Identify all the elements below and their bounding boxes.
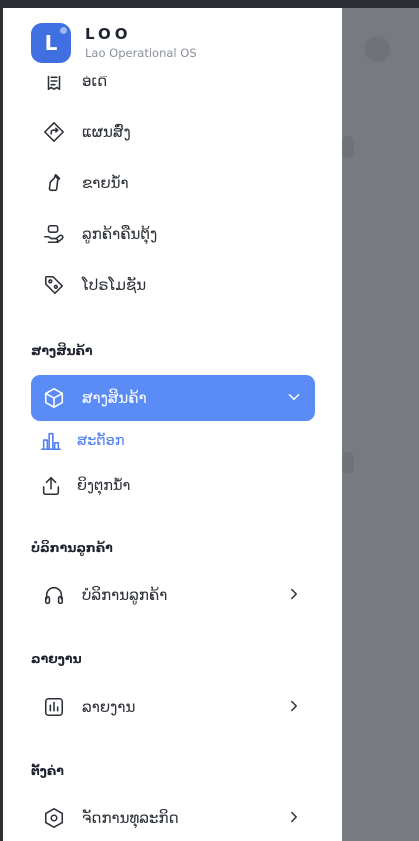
submenu-item-label: ສະຕັອກ: [77, 433, 125, 449]
window-top-bar: [0, 0, 419, 8]
menu-item-manage-business[interactable]: ຈັດການທຸລະກິດ: [31, 795, 315, 841]
menu-item-sell-water[interactable]: ຂາຍນ້ຳ: [31, 160, 315, 206]
chevron-right-icon[interactable]: [285, 697, 303, 715]
logo-letter: L: [44, 31, 58, 55]
brand-subtitle: Lao Operational OS: [85, 46, 197, 60]
ghost-block: [342, 136, 354, 158]
menu-item-label: ໂປຣໂມຊັນ: [82, 276, 147, 294]
hexagon-settings-icon: [41, 805, 67, 831]
bottle-icon: [41, 170, 67, 196]
ghost-block: [342, 452, 354, 474]
menu-item-delivery-plan[interactable]: ແຜນສົ່ງ: [31, 109, 315, 155]
hand-return-icon: [41, 221, 67, 247]
menu-item-customer-service[interactable]: ບໍລິການລູກຄ້າ: [31, 572, 315, 618]
report-chart-icon: [41, 694, 67, 720]
chevron-down-icon[interactable]: [285, 388, 303, 406]
menu-item-reports[interactable]: ລາຍງານ: [31, 684, 315, 730]
navigation-drawer: ອໍເດີ ແຜນສົ່ງ ຂາຍນ້ຳ ລູກຄ້າຄືນຕຸ້ງ ໂປຣໂມ…: [3, 8, 342, 841]
menu-item-label: ລູກຄ້າຄືນຕຸ້ງ: [82, 225, 158, 243]
logo-dot: [60, 27, 67, 34]
tag-icon: [41, 272, 67, 298]
menu-item-customer-return[interactable]: ລູກຄ້າຄືນຕຸ້ງ: [31, 211, 315, 257]
cube-icon: [41, 385, 67, 411]
menu-item-label: ລາຍງານ: [82, 698, 136, 716]
menu-item-label: ຈັດການທຸລະກິດ: [82, 809, 179, 827]
upload-icon: [39, 474, 63, 498]
menu-item-label: ແຜນສົ່ງ: [82, 123, 131, 141]
menu-item-label: ສາງສິນຄ້າ: [82, 389, 147, 407]
backdrop-overlay[interactable]: [342, 8, 419, 841]
app-logo: L: [31, 23, 71, 63]
submenu-item-label: ຍິງຕຸກນ້ຳ: [77, 478, 131, 494]
ghost-avatar: [364, 36, 390, 62]
brand-title: LOO: [85, 25, 132, 43]
bar-chart-icon: [39, 429, 63, 453]
menu-group-warehouse[interactable]: ສາງສິນຄ້າ: [31, 375, 315, 421]
chevron-right-icon[interactable]: [285, 585, 303, 603]
menu-item-label: ຂາຍນ້ຳ: [82, 174, 129, 192]
submenu-item-stock[interactable]: ສະຕັອກ: [39, 421, 125, 461]
section-title-products: ສາງສິນຄ້າ: [31, 343, 93, 358]
menu-item-promotion[interactable]: ໂປຣໂມຊັນ: [31, 262, 315, 308]
headset-icon: [41, 582, 67, 608]
menu-item-label: ບໍລິການລູກຄ້າ: [82, 586, 168, 604]
chevron-right-icon[interactable]: [285, 808, 303, 826]
route-icon: [41, 119, 67, 145]
brand-header: L LOO Lao Operational OS: [11, 8, 331, 76]
section-title-customer-service: ບໍລິການລູກຄ້າ: [31, 540, 113, 555]
section-title-reports: ລາຍງານ: [31, 651, 82, 666]
section-title-settings: ຕັ້ງຄ່າ: [31, 763, 64, 778]
submenu-item-scan-bottle[interactable]: ຍິງຕຸກນ້ຳ: [39, 466, 130, 506]
